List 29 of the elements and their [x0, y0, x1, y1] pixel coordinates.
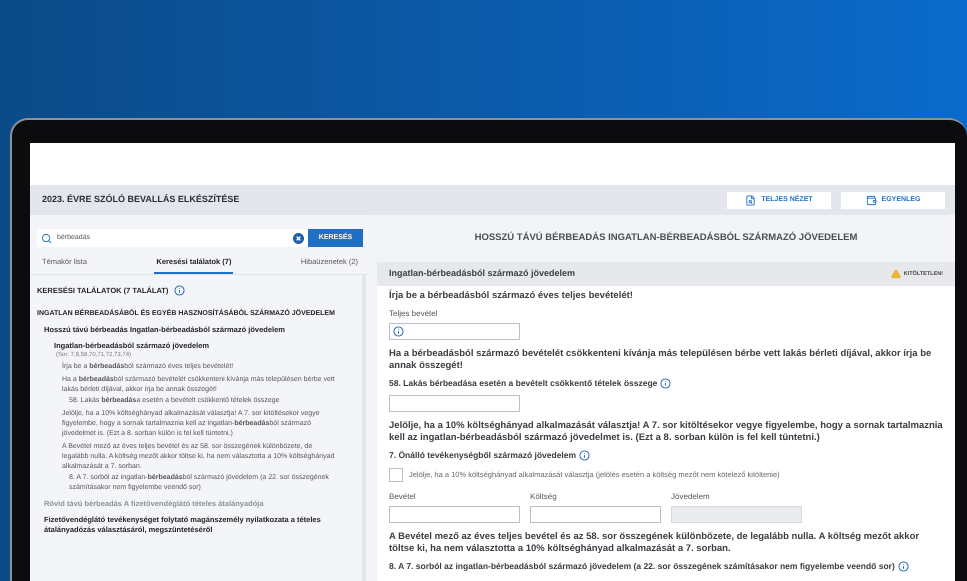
field-label: Jövedelem	[671, 492, 711, 502]
row-heading: 58. Lakás bérbeadása esetén a bevételt csökkentő tételek összege	[389, 378, 658, 388]
wallet-icon	[866, 194, 877, 206]
app-title: 2023. ÉVRE SZÓLÓ BEVALLÁS ELKÉSZÍTÉSE	[42, 193, 240, 206]
instruction-text: A Bevétel mező az éves teljes bevétel és az 58. sor összegének különbözete, de legalább nulla. A költség mezőt akkor töltse ki, ha nem választotta a 10% költséghányad alkalmazását a 7. sorban.	[389, 530, 920, 556]
info-icon[interactable]	[660, 378, 672, 388]
field-label: Bevétel	[389, 492, 417, 502]
row-heading: 7. Önálló tevékenységből származó jövedelem	[389, 450, 576, 460]
input-field[interactable]	[530, 506, 661, 522]
clear-icon[interactable]	[293, 232, 304, 244]
input-field[interactable]	[389, 506, 520, 522]
checkbox[interactable]	[389, 468, 403, 482]
info-icon[interactable]	[898, 560, 909, 572]
search-icon	[41, 232, 52, 244]
warning-icon	[890, 269, 901, 279]
info-icon[interactable]	[579, 450, 590, 460]
instruction-text: Írja be a bérbeadásból származó éves teljes bevételét!	[389, 290, 634, 302]
info-icon[interactable]	[174, 285, 186, 296]
document-search-icon	[745, 194, 756, 206]
field-label: Teljes bevétel	[389, 308, 438, 318]
input-field[interactable]	[389, 322, 520, 340]
info-icon[interactable]	[393, 326, 404, 336]
input-field[interactable]	[389, 394, 520, 412]
row-heading: 8. A 7. sorból az ingatlan-bérbeadásból származó jövedelem (a 22. sor összegének számításakor nem figyelembe veendő sor)	[389, 560, 895, 572]
field-label: Költség	[530, 492, 558, 502]
instruction-text: Ha a bérbeadásból származó bevételét csökkenteni kívánja más településen bérbe vett lakás bérleti díjával, akkor írja be annak összegét!	[389, 348, 932, 372]
page-title: HOSSZÚ TÁVÚ BÉRBEADÁS INGATLAN-BÉRBEADÁSBÓL SZÁRMAZÓ JÖVEDELEM	[474, 230, 858, 246]
section-title: Ingatlan-bérbeadásból származó jövedelem	[389, 267, 576, 280]
instruction-text: Jelölje, ha a 10% költséghányad alkalmazását választja! A 7. sor kitöltésekor vegye figyelembe, hogy a sornak tartalmaznia kell az ingatlan-bérbeadásból származó jövedelmet is. (Ezt a 8. sorban külön is fel kell tüntetni.)	[389, 420, 943, 444]
